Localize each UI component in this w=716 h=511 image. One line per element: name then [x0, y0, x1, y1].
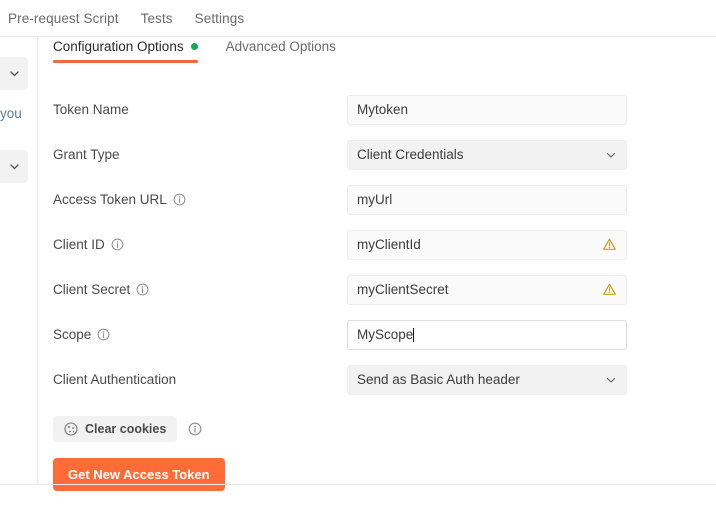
subtab-advanced-options[interactable]: Advanced Options — [226, 39, 336, 63]
client-authentication-select[interactable]: Send as Basic Auth header — [347, 364, 627, 395]
info-icon[interactable] — [111, 238, 124, 251]
client-id-input[interactable]: myClientId — [347, 229, 627, 260]
cookie-icon — [64, 422, 78, 436]
clear-cookies-button[interactable]: Clear cookies — [53, 416, 178, 442]
label-grant-type-text: Grant Type — [53, 147, 120, 162]
chevron-down-icon — [9, 161, 20, 172]
oauth-configuration-panel: Configuration Options Advanced Options T… — [39, 37, 716, 491]
label-token-name: Token Name — [53, 102, 347, 117]
info-icon[interactable] — [188, 422, 202, 436]
form-row-grant-type: Grant Type Client Credentials — [53, 132, 716, 177]
tab-settings[interactable]: Settings — [195, 11, 245, 26]
label-access-token-url-text: Access Token URL — [53, 192, 167, 207]
left-sidebar-strip: you — [0, 37, 38, 484]
tab-pre-request-script[interactable]: Pre-request Script — [8, 11, 119, 26]
chevron-down-icon — [9, 68, 20, 79]
label-scope: Scope — [53, 327, 347, 342]
text-cursor — [413, 327, 415, 342]
label-access-token-url: Access Token URL — [53, 192, 347, 207]
sidebar-collapse-button-top[interactable] — [0, 57, 28, 90]
bottom-divider — [0, 484, 716, 485]
info-icon[interactable] — [173, 193, 186, 206]
chevron-down-icon — [605, 149, 617, 161]
info-icon[interactable] — [97, 328, 110, 341]
grant-type-value: Client Credentials — [357, 147, 464, 162]
label-grant-type: Grant Type — [53, 147, 347, 162]
label-client-id-text: Client ID — [53, 237, 105, 252]
form-row-client-id: Client ID myClientId — [53, 222, 716, 267]
warning-icon[interactable] — [602, 282, 617, 297]
warning-icon[interactable] — [602, 237, 617, 252]
client-secret-value: myClientSecret — [357, 281, 449, 297]
clear-cookies-label: Clear cookies — [85, 422, 167, 436]
label-client-authentication-text: Client Authentication — [53, 372, 177, 387]
tab-tests[interactable]: Tests — [141, 11, 173, 26]
access-token-url-input[interactable]: myUrl — [347, 184, 627, 215]
get-new-access-token-button[interactable]: Get New Access Token — [53, 458, 225, 491]
label-client-secret: Client Secret — [53, 282, 347, 297]
form-row-scope: Scope MyScope — [53, 312, 716, 357]
form-row-client-secret: Client Secret myClientSecret — [53, 267, 716, 312]
client-authentication-value: Send as Basic Auth header — [357, 372, 520, 387]
client-id-value: myClientId — [357, 236, 421, 252]
label-token-name-text: Token Name — [53, 102, 129, 117]
info-icon[interactable] — [136, 283, 149, 296]
chevron-down-icon — [605, 374, 617, 386]
label-scope-text: Scope — [53, 327, 92, 342]
token-name-input[interactable]: Mytoken — [347, 94, 627, 125]
sidebar-collapse-button-bottom[interactable] — [0, 150, 28, 183]
label-client-authentication: Client Authentication — [53, 372, 347, 387]
scope-value: MyScope — [357, 326, 414, 342]
form-actions: Clear cookies Get New Access Token — [39, 416, 716, 491]
top-tab-bar: Pre-request Script Tests Settings — [0, 0, 716, 37]
grant-type-select[interactable]: Client Credentials — [347, 139, 627, 170]
subtab-configuration-options-label: Configuration Options — [53, 39, 184, 54]
form-row-client-authentication: Client Authentication Send as Basic Auth… — [53, 357, 716, 402]
configuration-subtab-bar: Configuration Options Advanced Options — [39, 39, 716, 71]
subtab-advanced-options-label: Advanced Options — [225, 39, 336, 54]
label-client-secret-text: Client Secret — [53, 282, 131, 297]
oauth2-form: Token Name Mytoken Grant Type Client Cre… — [39, 87, 716, 402]
form-row-access-token-url: Access Token URL myUrl — [53, 177, 716, 222]
access-token-url-value: myUrl — [357, 191, 393, 207]
subtab-configuration-options[interactable]: Configuration Options — [53, 39, 198, 63]
status-dot-icon — [190, 43, 198, 50]
form-row-token-name: Token Name Mytoken — [53, 87, 716, 132]
scope-input[interactable]: MyScope — [347, 319, 627, 350]
token-name-value: Mytoken — [357, 101, 409, 117]
label-client-id: Client ID — [53, 237, 347, 252]
client-secret-input[interactable]: myClientSecret — [347, 274, 627, 305]
sidebar-clipped-text: you — [0, 106, 22, 121]
